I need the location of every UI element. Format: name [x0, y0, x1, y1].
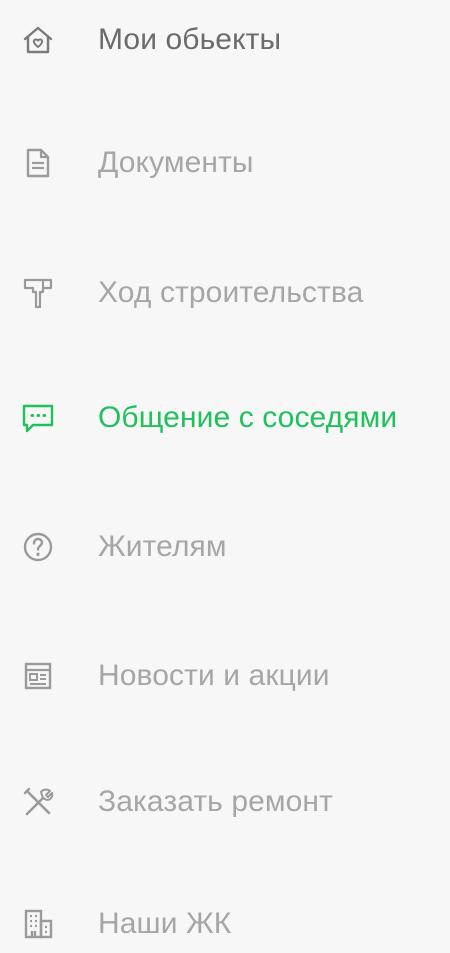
question-circle-icon	[18, 527, 58, 567]
menu-item-label: Новости и акции	[98, 659, 330, 692]
menu-item-label: Документы	[98, 146, 254, 179]
news-icon	[18, 656, 58, 696]
hammer-icon	[18, 273, 58, 313]
menu-item-my-objects[interactable]: Мои обьекты	[0, 0, 450, 80]
menu-item-neighbors-chat[interactable]: Общение с соседями	[0, 378, 450, 458]
building-icon	[18, 904, 58, 944]
menu-item-label: Общение с соседями	[98, 401, 398, 434]
chat-icon	[18, 398, 58, 438]
menu-item-news[interactable]: Новости и акции	[0, 636, 450, 716]
menu-item-label: Заказать ремонт	[98, 785, 333, 818]
tools-icon	[18, 782, 58, 822]
menu-item-label: Ход строительства	[98, 276, 364, 309]
menu-item-label: Наши ЖК	[98, 907, 232, 940]
menu-item-construction-progress[interactable]: Ход строительства	[0, 253, 450, 333]
menu-item-documents[interactable]: Документы	[0, 123, 450, 203]
menu-item-residents[interactable]: Жителям	[0, 507, 450, 587]
menu-item-order-repair[interactable]: Заказать ремонт	[0, 762, 450, 842]
home-heart-icon	[18, 20, 58, 60]
document-icon	[18, 143, 58, 183]
menu-item-label: Жителям	[98, 530, 227, 563]
side-menu: Мои обьекты Документы Ход строительства	[0, 0, 450, 953]
menu-item-our-complexes[interactable]: Наши ЖК	[0, 884, 450, 953]
menu-item-label: Мои обьекты	[98, 23, 282, 56]
